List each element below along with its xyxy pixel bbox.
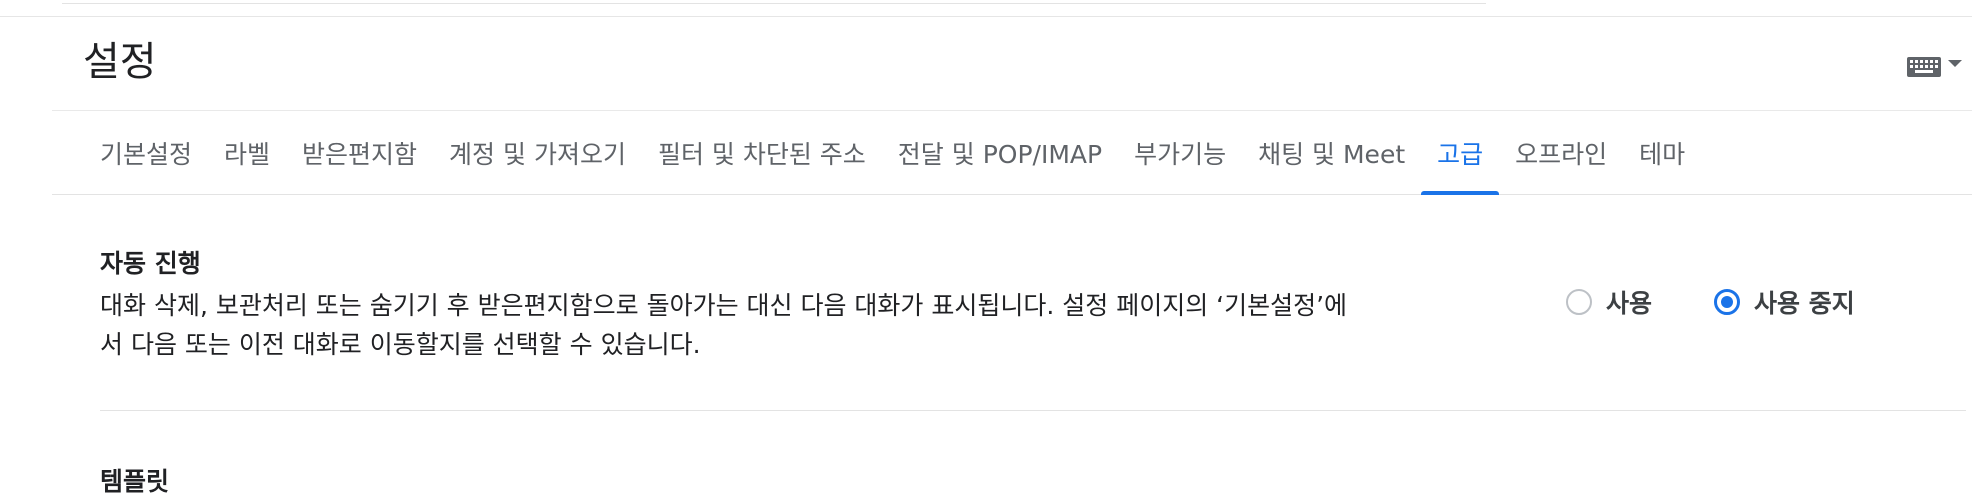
settings-page: 설정 기본설정 라벨 받은편지함 계정 및 가져오기 필터 및 차단된 주소 전… — [0, 0, 1972, 500]
templates-title: 템플릿 — [100, 467, 170, 496]
tab-filters-blocked[interactable]: 필터 및 차단된 주소 — [642, 111, 882, 194]
settings-tabs: 기본설정 라벨 받은편지함 계정 및 가져오기 필터 및 차단된 주소 전달 및… — [100, 111, 1701, 195]
section-divider — [100, 410, 1966, 411]
disable-radio[interactable] — [1714, 289, 1741, 315]
enable-option[interactable]: 사용 — [1566, 284, 1652, 320]
auto-advance-title: 자동 진행 — [100, 249, 201, 278]
tab-forwarding-pop-imap[interactable]: 전달 및 POP/IMAP — [882, 111, 1118, 194]
search-bar-edge — [62, 0, 1486, 4]
tab-accounts-import[interactable]: 계정 및 가져오기 — [433, 111, 642, 194]
auto-advance-radio-group: 사용 사용 중지 — [1566, 284, 1855, 320]
tab-themes[interactable]: 테마 — [1623, 111, 1701, 194]
tab-general[interactable]: 기본설정 — [100, 111, 208, 194]
tab-advanced[interactable]: 고급 — [1421, 111, 1500, 195]
auto-advance-description: 대화 삭제, 보관처리 또는 숨기기 후 받은편지함으로 돌아가는 대신 다음 … — [100, 291, 1348, 359]
disable-radio-label: 사용 중지 — [1754, 289, 1855, 318]
keyboard-icon — [1907, 57, 1941, 77]
tab-offline[interactable]: 오프라인 — [1499, 111, 1623, 194]
settings-tabs-bar: 기본설정 라벨 받은편지함 계정 및 가져오기 필터 및 차단된 주소 전달 및… — [52, 110, 1972, 195]
enable-radio-label: 사용 — [1606, 289, 1653, 318]
input-tools-button[interactable] — [1906, 56, 1962, 78]
header-divider — [0, 16, 1972, 17]
caret-down-icon — [1948, 59, 1962, 67]
tab-labels[interactable]: 라벨 — [208, 111, 286, 194]
tab-addons[interactable]: 부가기능 — [1118, 111, 1242, 194]
page-title: 설정 — [83, 39, 157, 85]
tab-chat-meet[interactable]: 채팅 및 Meet — [1242, 111, 1421, 194]
disable-option[interactable]: 사용 중지 — [1714, 284, 1855, 320]
enable-radio[interactable] — [1566, 289, 1592, 315]
tab-inbox[interactable]: 받은편지함 — [286, 111, 433, 194]
